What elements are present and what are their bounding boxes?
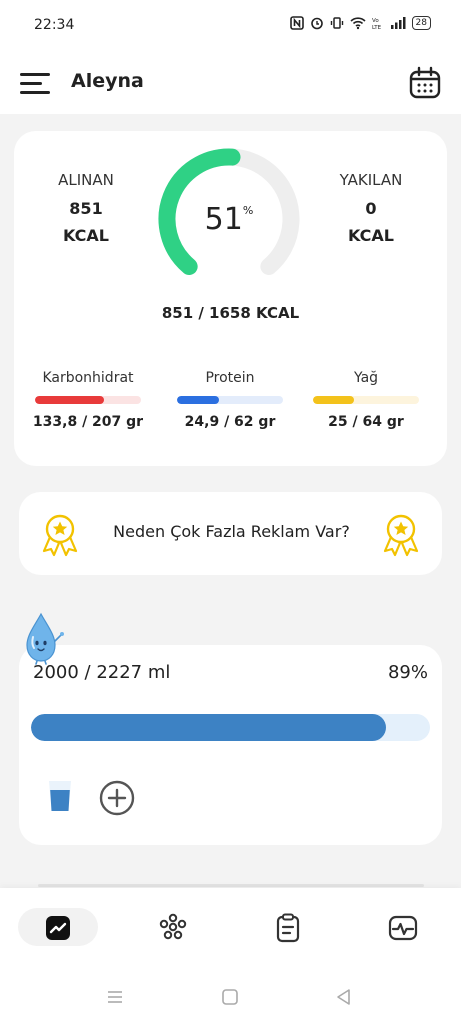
alarm-icon (310, 17, 323, 30)
home-icon[interactable] (220, 987, 240, 1007)
calorie-summary-card: ALINAN 851 KCAL 51% YAKILAN 0 KCAL 851 /… (14, 131, 447, 466)
gauge-percent: 51% (154, 202, 304, 237)
status-icons: Vo LTE 28 (289, 16, 431, 30)
macro-fill (35, 396, 104, 404)
calendar-icon[interactable] (408, 66, 442, 100)
svg-text:Vo: Vo (372, 18, 379, 24)
battery-icon: 28 (411, 16, 431, 30)
nav-clipboard-icon[interactable] (272, 912, 304, 944)
nav-health-monitor-icon[interactable] (387, 912, 419, 944)
water-percent: 89% (387, 662, 428, 683)
recent-apps-icon[interactable] (105, 987, 125, 1007)
nav-dashboard-icon[interactable] (42, 912, 74, 944)
macro-value: 25 / 64 gr (328, 414, 404, 430)
svg-text:LTE: LTE (372, 25, 382, 30)
burned-unit: KCAL (348, 226, 394, 245)
wifi-icon (349, 17, 366, 30)
system-navigation-bar (0, 970, 461, 1024)
total-kcal: 851 / 1658 KCAL (161, 304, 300, 322)
status-time: 22:34 (34, 17, 75, 33)
burned-value: 0 (365, 199, 377, 218)
burned-label: YAKILAN (339, 171, 403, 189)
nav-community-icon[interactable] (157, 912, 189, 944)
menu-icon[interactable] (20, 71, 50, 95)
water-progress-fill (31, 714, 387, 741)
macro-value: 24,9 / 62 gr (184, 414, 276, 430)
signal-icon (390, 17, 406, 29)
water-glass-icon[interactable] (47, 779, 73, 813)
macro-fill (313, 396, 355, 404)
next-card-edge (38, 884, 424, 887)
macro-value: 133,8 / 207 gr (32, 414, 144, 430)
macro-carbs: Karbonhidrat 133,8 / 207 gr (28, 370, 148, 430)
nfc-icon (289, 16, 304, 30)
macro-track (35, 396, 141, 404)
intake-value: 851 (69, 199, 103, 218)
macro-track (177, 396, 283, 404)
macro-label: Protein (205, 370, 255, 386)
intake-stat: ALINAN 851 KCAL (26, 171, 146, 245)
bottom-navigation (0, 888, 461, 970)
intake-label: ALINAN (58, 171, 114, 189)
add-water-icon[interactable] (99, 780, 135, 816)
vibrate-icon (330, 17, 343, 29)
gauge-percent-sign: % (242, 204, 254, 217)
ad-info-banner[interactable]: Neden Çok Fazla Reklam Var? (19, 492, 442, 575)
award-badge-icon (383, 514, 419, 557)
gauge-percent-value: 51 (204, 202, 243, 237)
page-title: Aleyna (71, 70, 144, 92)
intake-unit: KCAL (63, 226, 109, 245)
macro-label: Karbonhidrat (42, 370, 134, 386)
ad-info-text: Neden Çok Fazla Reklam Var? (113, 522, 350, 541)
macro-fill (177, 396, 220, 404)
back-icon[interactable] (334, 987, 354, 1007)
water-progress-bar (31, 714, 430, 741)
macro-label: Yağ (353, 370, 379, 386)
app-bar: Aleyna (0, 52, 461, 114)
macro-track (313, 396, 419, 404)
macro-protein: Protein 24,9 / 62 gr (170, 370, 290, 430)
status-bar: 22:34 Vo LTE 28 (0, 0, 461, 52)
water-amount: 2000 / 2227 ml (33, 662, 171, 683)
water-drop-mascot-icon (26, 612, 64, 665)
water-tracker-card: 2000 / 2227 ml 89% (19, 645, 442, 845)
macro-fat: Yağ 25 / 64 gr (306, 370, 426, 430)
burned-stat: YAKILAN 0 KCAL (311, 171, 431, 245)
volte-icon: VoLTE (372, 18, 382, 30)
